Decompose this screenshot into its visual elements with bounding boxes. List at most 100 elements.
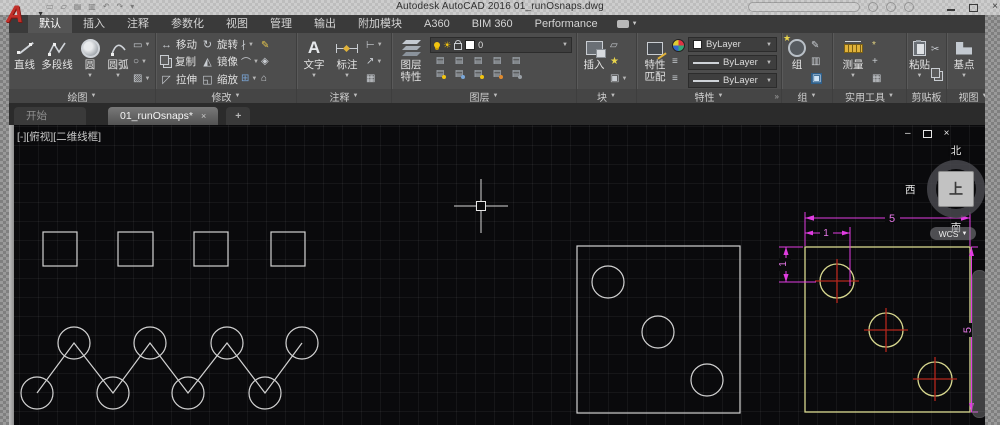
- cut-button[interactable]: ✂: [931, 43, 943, 56]
- layer-prev-button[interactable]: ▤: [453, 68, 465, 79]
- panel-label-draw[interactable]: 绘图▼: [9, 89, 155, 103]
- drawing-canvas[interactable]: [14, 125, 985, 425]
- layer-unlock-button[interactable]: ▤: [510, 68, 522, 79]
- panel-label-block[interactable]: 块▼: [577, 89, 636, 103]
- rectangle-tool-button[interactable]: ▭ ▼: [133, 39, 150, 52]
- ellipse-tool-button[interactable]: ○ ▼: [133, 55, 150, 68]
- fillet-tool-button[interactable]: ⌒ ▼: [241, 55, 259, 68]
- hatch-tool-button[interactable]: ▨ ▼: [133, 72, 150, 85]
- tab-parametric[interactable]: 参数化: [160, 15, 215, 33]
- edit-block-button[interactable]: ▱: [610, 39, 627, 52]
- tab-a360[interactable]: A360: [413, 15, 461, 33]
- drawing-close-button[interactable]: ×: [944, 128, 950, 139]
- panel-label-layers[interactable]: 图层▼: [392, 89, 576, 103]
- start-tab[interactable]: 开始: [14, 107, 86, 125]
- explode-tool-button[interactable]: ◈: [261, 55, 269, 68]
- point-style-button[interactable]: +: [872, 55, 881, 68]
- signin-icon[interactable]: [868, 2, 878, 12]
- layer-thaw-button[interactable]: ▤: [491, 68, 503, 79]
- paste-button[interactable]: 粘贴 ▼: [909, 35, 930, 89]
- object-color-dropdown[interactable]: ByLayer ▼: [688, 37, 777, 52]
- copy-tool-button[interactable]: 复制: [160, 54, 197, 69]
- scale-tool-button[interactable]: ◱缩放: [201, 72, 238, 87]
- layer-walk-button[interactable]: ▤: [472, 68, 484, 79]
- ungroup-button[interactable]: ✎: [811, 39, 822, 52]
- drawing-restore-button[interactable]: [923, 130, 932, 138]
- drawing-minimize-button[interactable]: –: [905, 128, 911, 139]
- linetype-dropdown[interactable]: ByLayer ▼: [688, 73, 777, 88]
- layer-isolate-button[interactable]: ▤: [453, 55, 465, 66]
- close-button[interactable]: ×: [992, 1, 998, 12]
- group-edit-button[interactable]: ▥: [811, 55, 822, 68]
- tab-performance[interactable]: Performance: [524, 15, 609, 33]
- ribbon-display-toggle[interactable]: ▼: [617, 15, 638, 33]
- panel-label-properties[interactable]: 特性▼ »: [637, 89, 781, 103]
- copy-clip-button[interactable]: [931, 68, 943, 81]
- linear-dim-button[interactable]: ⊢ ▼: [366, 39, 383, 52]
- leader-button[interactable]: ↗ ▼: [366, 55, 383, 68]
- edit-attribute-button[interactable]: ★: [610, 55, 627, 68]
- color-wheel-icon[interactable]: [672, 39, 685, 52]
- viewcube-west[interactable]: 西: [905, 182, 916, 197]
- viewcube-north[interactable]: 北: [916, 143, 996, 158]
- stretch-tool-button[interactable]: ◸拉伸: [160, 72, 197, 87]
- lineweight-icon[interactable]: ≡: [672, 55, 685, 68]
- offset-tool-button[interactable]: ⌂: [261, 72, 269, 85]
- panel-label-utilities[interactable]: 实用工具▼: [833, 89, 906, 103]
- rotate-tool-button[interactable]: ↻旋转: [201, 37, 238, 52]
- tab-insert[interactable]: 插入: [72, 15, 116, 33]
- base-view-button[interactable]: 基点 ▼: [949, 35, 979, 89]
- tab-annotate[interactable]: 注释: [116, 15, 160, 33]
- polyline-tool-button[interactable]: 多段线: [38, 35, 76, 89]
- layer-properties-button[interactable]: 图层特性: [394, 35, 428, 89]
- manage-attributes-button[interactable]: ▣ ▼: [610, 72, 627, 85]
- circle-tool-button[interactable]: 圆 ▼: [76, 35, 104, 89]
- linetype-icon[interactable]: ≡: [672, 72, 685, 85]
- wcs-dropdown[interactable]: WCS▼: [930, 227, 976, 240]
- mirror-tool-button[interactable]: ◭镜像: [201, 54, 238, 69]
- dimension-tool-button[interactable]: 标注 ▼: [329, 35, 365, 89]
- text-tool-button[interactable]: A 文字 ▼: [299, 35, 329, 89]
- trim-tool-button[interactable]: ∤ ▼: [241, 39, 259, 52]
- arc-tool-button[interactable]: 圆弧 ▼: [104, 35, 132, 89]
- autocad-logo-menu[interactable]: A ▼: [6, 0, 42, 32]
- layer-freeze-button[interactable]: ▤: [472, 55, 484, 66]
- line-tool-button[interactable]: 直线: [11, 35, 38, 89]
- panel-label-modify[interactable]: 修改▼: [156, 89, 296, 103]
- tab-view[interactable]: 视图: [215, 15, 259, 33]
- layer-match-button[interactable]: ▤: [434, 68, 446, 79]
- group-button[interactable]: 组: [784, 35, 810, 89]
- array-tool-button[interactable]: ⊞ ▼: [241, 72, 259, 85]
- measure-button[interactable]: 测量 ▼: [835, 35, 871, 89]
- erase-tool-button[interactable]: ✎: [261, 39, 269, 52]
- help-icon[interactable]: [904, 2, 914, 12]
- tab-close-icon[interactable]: ×: [201, 107, 206, 125]
- insert-block-button[interactable]: 插入: [579, 35, 609, 89]
- help-search-field[interactable]: [748, 2, 860, 12]
- titlebar-right-tools[interactable]: [748, 2, 914, 12]
- layer-off-button[interactable]: ▤: [434, 55, 446, 66]
- panel-label-annotate[interactable]: 注释▼: [297, 89, 391, 103]
- viewport-controls-label[interactable]: [-][俯视][二维线框]: [17, 129, 101, 144]
- table-button[interactable]: ▦: [366, 72, 383, 85]
- viewcube-top-face[interactable]: 上: [938, 171, 974, 207]
- panel-expand-icon[interactable]: »: [775, 92, 779, 101]
- layer-lock-button[interactable]: ▤: [491, 55, 503, 66]
- layer-make-current-button[interactable]: ▤: [510, 55, 522, 66]
- tab-output[interactable]: 输出: [303, 15, 347, 33]
- tab-addins[interactable]: 附加模块: [347, 15, 413, 33]
- layer-select-dropdown[interactable]: ☀ 0 ▼: [430, 37, 572, 53]
- panel-label-clipboard[interactable]: 剪贴板: [907, 89, 946, 103]
- move-tool-button[interactable]: ↔移动: [160, 37, 197, 52]
- calculator-button[interactable]: ▦: [872, 72, 881, 85]
- drawing-tab-active[interactable]: 01_runOsnaps* ×: [108, 107, 218, 125]
- match-properties-button[interactable]: 特性匹配: [639, 35, 671, 89]
- restore-button[interactable]: [969, 4, 978, 12]
- group-selection-toggle[interactable]: ▣: [811, 72, 822, 85]
- lineweight-dropdown[interactable]: ByLayer ▼: [688, 55, 777, 70]
- id-point-button[interactable]: *: [872, 39, 881, 52]
- a360-icon[interactable]: [886, 2, 896, 12]
- panel-label-groups[interactable]: 组▼: [782, 89, 832, 103]
- viewcube[interactable]: 上 北 南 西 东: [916, 149, 996, 229]
- minimize-button[interactable]: [947, 9, 955, 11]
